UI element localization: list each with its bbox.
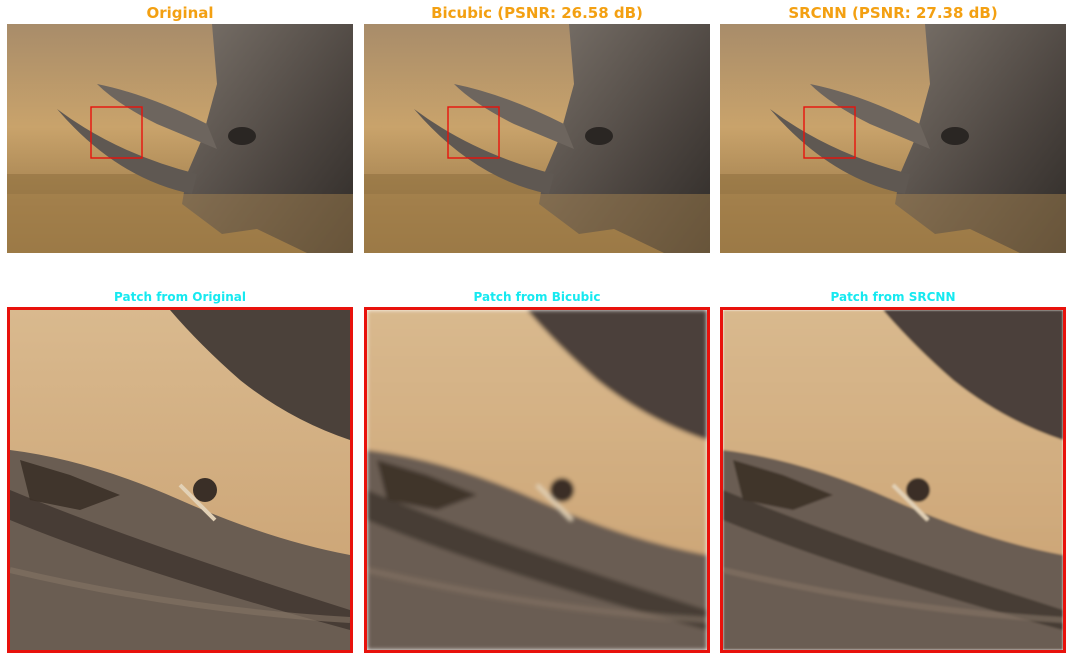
patch-srcnn-image xyxy=(723,310,1063,650)
original-image xyxy=(7,24,353,253)
title-patch-bicubic: Patch from Bicubic xyxy=(473,290,601,304)
rhino-scene-original xyxy=(7,24,353,253)
rhino-scene-srcnn xyxy=(720,24,1066,253)
title-bicubic: Bicubic (PSNR: 26.58 dB) xyxy=(431,4,643,22)
title-original: Original xyxy=(146,4,214,22)
bicubic-image xyxy=(364,24,710,253)
title-srcnn: SRCNN (PSNR: 27.38 dB) xyxy=(788,4,998,22)
rhino-scene-bicubic xyxy=(364,24,710,253)
patch-original-image xyxy=(10,310,350,650)
title-patch-original: Patch from Original xyxy=(114,290,246,304)
srcnn-image xyxy=(720,24,1066,253)
patch-bicubic-image xyxy=(367,310,707,650)
patch-srcnn xyxy=(720,307,1066,653)
patch-original xyxy=(7,307,353,653)
patch-bicubic xyxy=(364,307,710,653)
title-patch-srcnn: Patch from SRCNN xyxy=(830,290,956,304)
